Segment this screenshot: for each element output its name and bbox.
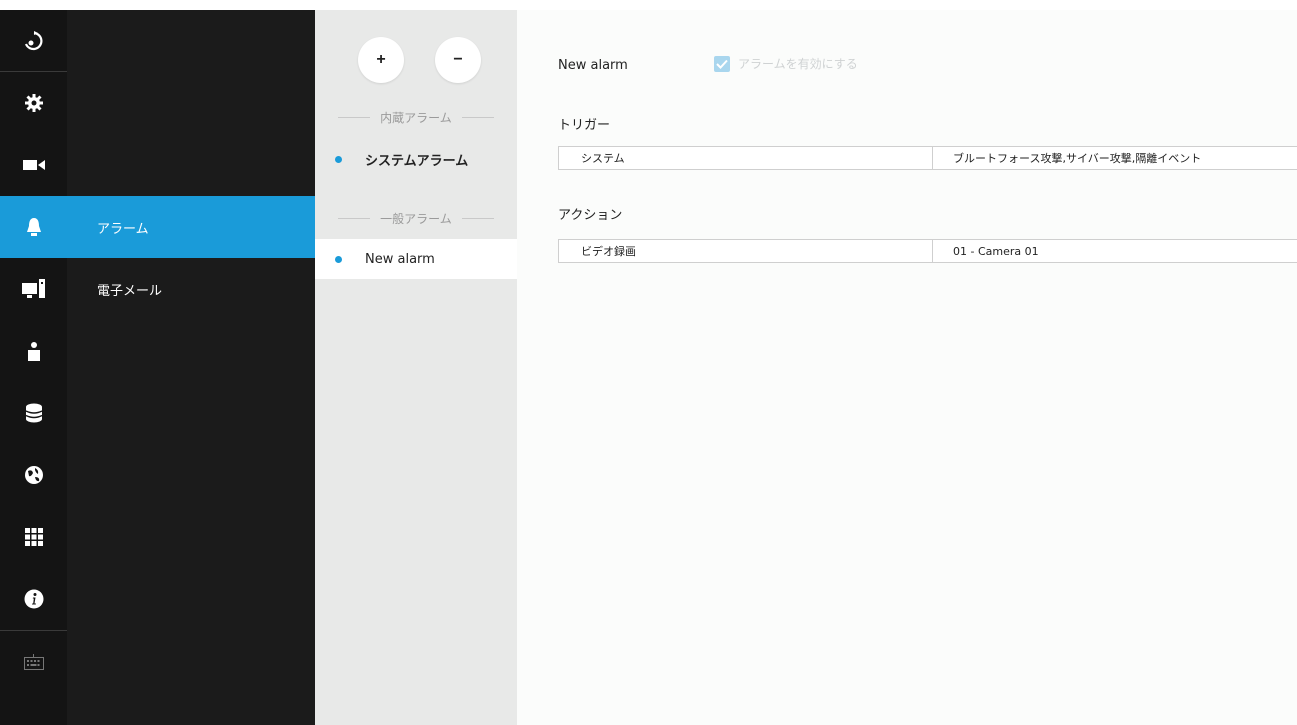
submenu-item-alarm[interactable]: アラーム: [67, 196, 315, 258]
status-dot: [335, 156, 342, 163]
submenu-item-email[interactable]: 電子メール: [67, 258, 315, 320]
checkbox-icon[interactable]: [714, 55, 730, 72]
alarm-list-panel: + − 内蔵アラーム システムアラーム 一般アラーム New alarm: [315, 10, 517, 725]
status-dot: [335, 256, 342, 263]
alarm-item-label: New alarm: [365, 251, 435, 267]
alarm-item-label: システムアラーム: [365, 153, 469, 169]
grid-icon[interactable]: [0, 506, 67, 568]
trigger-section-title: トリガー: [558, 118, 611, 133]
submenu-item-label: アラーム: [97, 221, 149, 237]
action-type-cell: ビデオ録画: [559, 240, 933, 262]
divider-line: [461, 116, 494, 118]
remove-alarm-button[interactable]: −: [435, 37, 481, 83]
user-icon[interactable]: [0, 320, 67, 382]
enable-alarm-label: アラームを有効にする: [738, 57, 858, 71]
monitor-icon[interactable]: [0, 258, 67, 320]
plus-icon: +: [376, 51, 386, 68]
trigger-row[interactable]: システム ブルートフォース攻撃,サイバー攻撃,隔離イベント: [558, 146, 1297, 170]
info-icon[interactable]: [0, 568, 67, 630]
keyboard-icon[interactable]: [0, 631, 67, 693]
builtin-alarm-header: 内蔵アラーム: [315, 109, 517, 125]
alarm-name-title: New alarm: [558, 58, 628, 73]
add-alarm-button[interactable]: +: [358, 37, 404, 83]
enable-alarm-checkbox[interactable]: アラームを有効にする: [714, 55, 858, 72]
alarm-list-item[interactable]: システムアラーム: [315, 139, 517, 179]
bell-icon[interactable]: [0, 196, 67, 258]
divider-line: [338, 217, 371, 219]
action-section-title: アクション: [558, 208, 623, 223]
divider-line: [461, 217, 494, 219]
submenu: アラーム 電子メール: [67, 10, 315, 725]
section-header-label: 内蔵アラーム: [380, 110, 452, 125]
gear-icon[interactable]: [0, 72, 67, 134]
minus-icon: −: [453, 51, 463, 68]
general-alarm-header: 一般アラーム: [315, 210, 517, 226]
divider-line: [338, 116, 371, 118]
icon-rail: [0, 10, 67, 725]
trigger-type-cell: システム: [559, 147, 933, 169]
submenu-item-label: 電子メール: [97, 283, 163, 299]
action-value-cell: 01 - Camera 01: [953, 244, 1039, 258]
database-icon[interactable]: [0, 382, 67, 444]
action-row[interactable]: ビデオ録画 01 - Camera 01: [558, 239, 1297, 263]
trigger-value-cell: ブルートフォース攻撃,サイバー攻撃,隔離イベント: [953, 152, 1202, 165]
section-header-label: 一般アラーム: [380, 211, 452, 226]
camera-icon[interactable]: [0, 134, 67, 196]
alarm-detail-panel: New alarm アラームを有効にする トリガー システム ブルートフォース攻…: [517, 10, 1297, 725]
logo-icon[interactable]: [0, 10, 67, 72]
globe-icon[interactable]: [0, 444, 67, 506]
alarm-list-item-selected[interactable]: New alarm: [315, 239, 517, 279]
